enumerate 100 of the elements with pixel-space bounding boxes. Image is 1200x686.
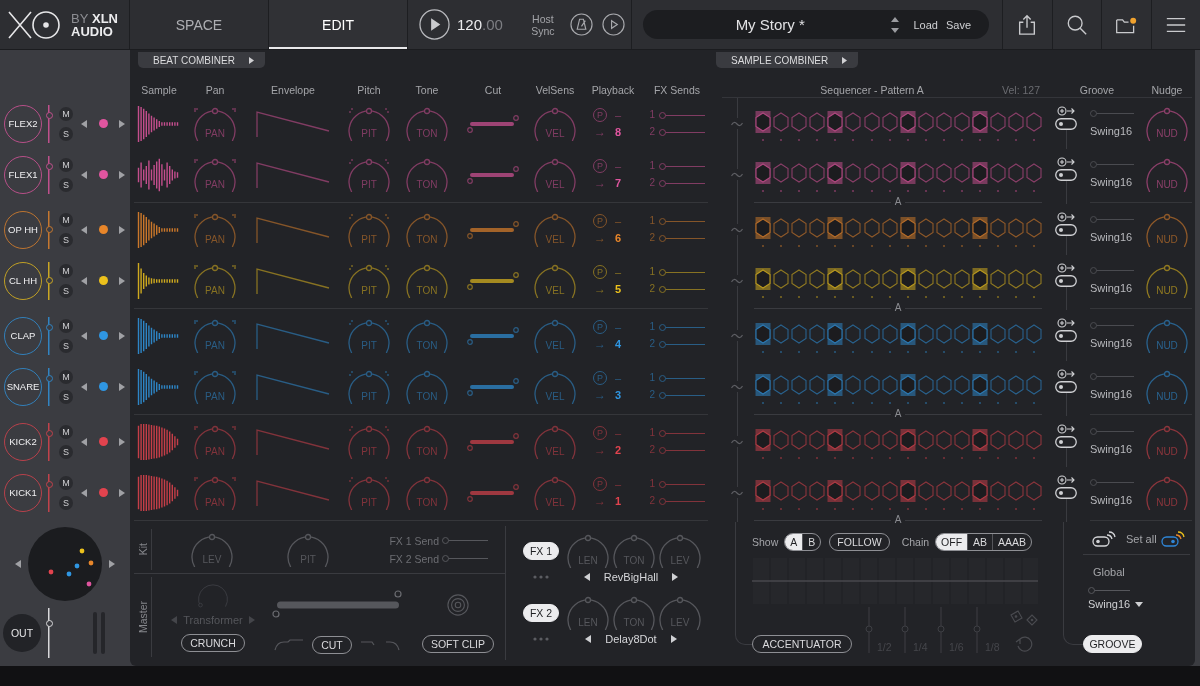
step-button[interactable] [898, 323, 917, 355]
wave-icon[interactable] [731, 170, 743, 179]
color-dot-icon[interactable] [99, 488, 108, 497]
velocity-knob[interactable]: VEL [532, 157, 578, 192]
color-dot-icon[interactable] [99, 119, 108, 128]
slider-knob[interactable] [658, 111, 666, 119]
mute-button[interactable]: M [59, 157, 73, 172]
slider-knob[interactable] [1090, 110, 1097, 117]
slider-knob[interactable] [658, 391, 666, 399]
velocity-knob[interactable]: VEL [532, 369, 578, 404]
nudge-knob[interactable]: NUD [1144, 475, 1190, 510]
toggle-icon[interactable] [1055, 487, 1077, 499]
step-button[interactable] [1025, 217, 1044, 249]
step-button[interactable] [971, 323, 990, 355]
solo-button[interactable]: S [59, 338, 73, 353]
cut-range-slider[interactable] [466, 377, 520, 396]
nudge-knob[interactable]: NUD [1144, 212, 1190, 247]
step-button[interactable] [1007, 268, 1026, 300]
step-button[interactable] [971, 480, 990, 512]
pitch-knob[interactable]: PIT [346, 212, 392, 247]
left-arrow-icon[interactable] [81, 331, 87, 340]
send-slider[interactable] [442, 555, 488, 562]
nudge-knob[interactable]: NUD [1144, 157, 1190, 192]
velocity-knob[interactable]: VEL [532, 212, 578, 247]
right-arrow-icon[interactable] [119, 170, 125, 179]
toggle-icon[interactable] [1055, 169, 1077, 181]
envelope-shape[interactable] [256, 160, 330, 189]
velocity-knob[interactable]: VEL [532, 106, 578, 141]
step-button[interactable] [898, 480, 917, 512]
right-arrow-icon[interactable] [109, 559, 115, 568]
step-button[interactable] [953, 217, 972, 249]
pitch-knob[interactable]: PIT [346, 106, 392, 141]
plus-arrow-icon[interactable] [1057, 475, 1075, 485]
step-button[interactable] [772, 217, 791, 249]
beat-combiner-button[interactable]: BEAT COMBINER [138, 52, 265, 68]
tone-knob[interactable]: TON [404, 318, 450, 353]
step-button[interactable] [898, 374, 917, 406]
toggle-icon[interactable] [1055, 224, 1077, 236]
color-dot-icon[interactable] [99, 382, 108, 391]
plus-arrow-icon[interactable] [1057, 263, 1075, 273]
plus-arrow-icon[interactable] [1057, 212, 1075, 222]
solo-button[interactable]: S [59, 444, 73, 459]
save-button[interactable]: Save [941, 18, 975, 31]
sample-waveform[interactable] [137, 421, 181, 462]
step-button[interactable] [772, 268, 791, 300]
pan-knob[interactable]: PAN [192, 212, 238, 247]
mute-button[interactable]: M [59, 369, 73, 384]
output-number[interactable]: 8 [615, 126, 622, 138]
slider-knob[interactable] [1090, 161, 1097, 168]
output-number[interactable]: 4 [615, 338, 622, 350]
groove-slider[interactable] [1090, 479, 1134, 486]
plus-arrow-icon[interactable] [1057, 424, 1075, 434]
groove-slider[interactable] [1090, 373, 1134, 380]
pan-knob[interactable]: PAN [192, 369, 238, 404]
step-button[interactable] [754, 374, 772, 406]
solo-button[interactable]: S [59, 177, 73, 192]
wave-icon[interactable] [731, 488, 743, 497]
step-button[interactable] [916, 268, 935, 300]
slider-knob[interactable] [658, 285, 666, 293]
step-button[interactable] [1025, 268, 1044, 300]
nudge-knob[interactable]: NUD [1144, 106, 1190, 141]
global-groove-dropdown[interactable]: Swing16 [1088, 598, 1131, 610]
groove-preset[interactable]: Swing16 [1090, 494, 1134, 506]
fx-toggle-button[interactable]: FX 2 [523, 604, 559, 622]
pan-knob[interactable]: PAN [192, 106, 238, 141]
step-button[interactable] [971, 429, 990, 461]
step-button[interactable] [971, 162, 990, 194]
active-toggle-waves-icon[interactable] [1161, 530, 1185, 547]
step-button[interactable] [754, 268, 772, 300]
solo-button[interactable]: S [59, 283, 73, 298]
step-button[interactable] [989, 217, 1008, 249]
slider-knob[interactable] [1090, 428, 1097, 435]
step-button[interactable] [754, 323, 772, 355]
cut-range-slider[interactable] [466, 432, 520, 451]
left-arrow-icon[interactable] [81, 488, 87, 497]
output-number[interactable]: 6 [615, 232, 622, 244]
slider-knob[interactable] [45, 163, 53, 171]
choke-value[interactable]: – [615, 109, 622, 121]
slider-knob[interactable] [658, 234, 666, 242]
envelope-shape[interactable] [256, 109, 330, 138]
plus-arrow-icon[interactable] [1057, 157, 1075, 167]
step-button[interactable] [989, 268, 1008, 300]
slider-knob[interactable] [658, 497, 666, 505]
tempo-value[interactable]: 120.00 [457, 16, 503, 33]
load-button[interactable]: Load [909, 18, 942, 31]
groove-preset[interactable]: Swing16 [1090, 231, 1134, 243]
mute-button[interactable]: M [59, 212, 73, 227]
step-button[interactable] [862, 268, 881, 300]
play-circle-icon[interactable] [601, 13, 625, 36]
chain-mode-button[interactable]: AAAB [992, 534, 1032, 550]
velocity-knob[interactable]: VEL [532, 263, 578, 298]
slider-knob[interactable] [658, 446, 666, 454]
tone-knob[interactable]: TON [404, 212, 450, 247]
left-arrow-icon[interactable] [81, 276, 87, 285]
right-arrow-icon[interactable] [670, 635, 677, 643]
step-button[interactable] [1007, 217, 1026, 249]
sample-combiner-button[interactable]: SAMPLE COMBINER [716, 52, 858, 68]
pitch-knob[interactable]: PIT [346, 263, 392, 298]
groove-preset[interactable]: Swing16 [1090, 388, 1134, 400]
sample-waveform[interactable] [137, 260, 181, 301]
